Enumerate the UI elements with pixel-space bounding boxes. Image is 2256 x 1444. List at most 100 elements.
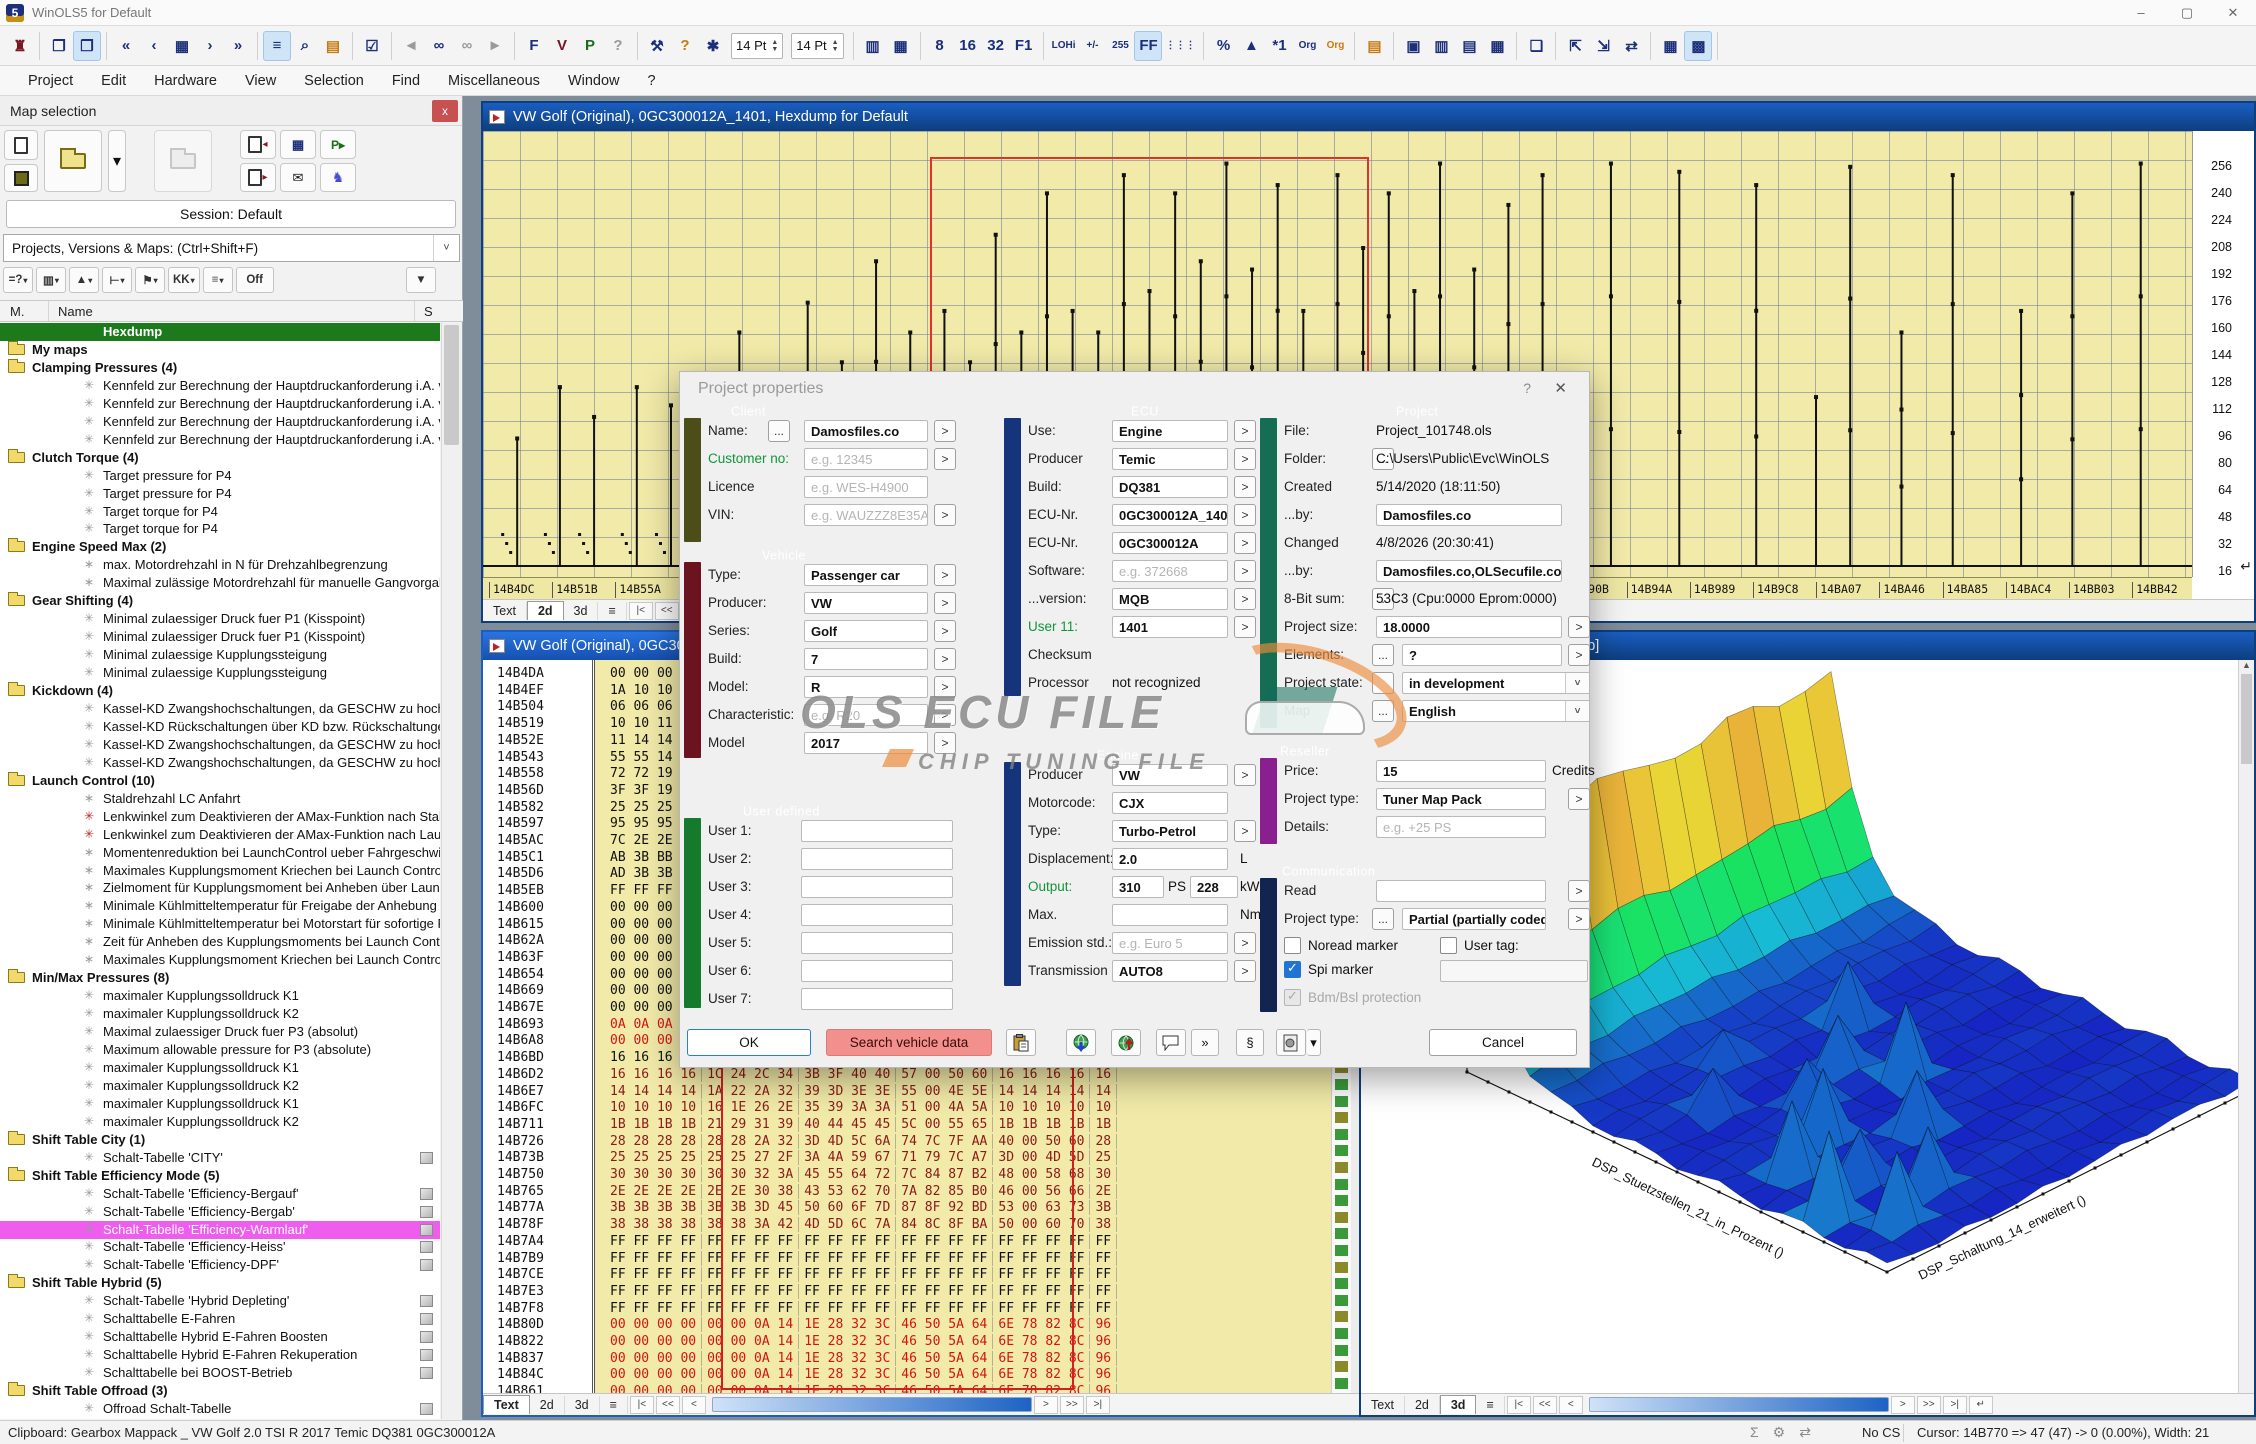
tree-map-item[interactable]: ∗Zielmoment für Kupplungsmoment bei Anhe…: [0, 879, 440, 897]
client-browse-button[interactable]: ...: [768, 420, 790, 442]
close-button[interactable]: ✕: [2210, 0, 2256, 25]
settings-gear-icon[interactable]: ⚙: [1773, 1424, 1786, 1441]
tree-folder[interactable]: Kickdown (4): [0, 682, 440, 700]
tree-map-item[interactable]: ✳Target pressure for P4: [0, 485, 440, 503]
filter-kk-button[interactable]: KK▾: [168, 267, 200, 293]
ok-button[interactable]: OK: [687, 1029, 811, 1056]
engine-arrow-button[interactable]: >: [1234, 764, 1256, 786]
menu-edit[interactable]: Edit: [87, 69, 140, 93]
layout-4-icon[interactable]: ▦: [1483, 31, 1511, 61]
ecu-arrow-button[interactable]: >: [1234, 504, 1256, 526]
checkbox-spi-marker[interactable]: [1284, 961, 1301, 978]
engine-arrow-button[interactable]: >: [1234, 960, 1256, 982]
project-browse-button[interactable]: ...: [1372, 700, 1394, 722]
first-version-icon[interactable]: «: [112, 31, 140, 61]
vehicle-arrow-button[interactable]: >: [934, 592, 956, 614]
user-input[interactable]: [801, 932, 953, 954]
tree-map-item[interactable]: ✳Offroad Schalt-Tabelle: [0, 1400, 440, 1418]
tree-map-item[interactable]: ✳Schalt-Tabelle 'Efficiency-Bergauf': [0, 1185, 440, 1203]
vehicle-arrow-button[interactable]: >: [934, 732, 956, 754]
tree-map-item[interactable]: ✳Schalt-Tabelle 'Efficiency-Heiss': [0, 1238, 440, 1256]
tree-map-item[interactable]: ✳Schalttabelle Hybrid E-Fahren Rekuperat…: [0, 1346, 440, 1364]
user-input[interactable]: [801, 820, 953, 842]
vehicle-input[interactable]: Golf: [804, 620, 928, 642]
export-1-icon[interactable]: ⇱: [1561, 31, 1589, 61]
maximize-button[interactable]: ▢: [2164, 0, 2210, 25]
sign-icon[interactable]: +/-: [1078, 31, 1106, 61]
engine-input[interactable]: Turbo-Petrol: [1112, 820, 1228, 842]
grid-percent-icon[interactable]: ▥: [859, 31, 887, 61]
vehicle-input[interactable]: 2017: [804, 732, 928, 754]
tree-map-item[interactable]: ✳Target pressure for P4: [0, 467, 440, 485]
map-3d-scrollbar[interactable]: ▲: [2238, 660, 2254, 1395]
dialog-close-button[interactable]: ✕: [1554, 379, 1567, 397]
communication-browse-button[interactable]: ...: [1372, 908, 1394, 930]
tree-map-item[interactable]: ✳Kennfeld zur Berechnung der Hauptdrucka…: [0, 377, 440, 395]
bits-32-icon[interactable]: 32: [982, 31, 1010, 61]
combo-dropdown-icon[interactable]: ˅: [433, 235, 459, 261]
user-tag-input[interactable]: [1440, 960, 1588, 982]
vehicle-input[interactable]: R: [804, 676, 928, 698]
engine-input[interactable]: VW: [1112, 764, 1228, 786]
sync-arrows-icon[interactable]: ⇄: [1799, 1424, 1811, 1441]
ecu-arrow-button[interactable]: >: [1234, 420, 1256, 442]
ecu-input[interactable]: e.g. 372668: [1112, 560, 1228, 582]
window-new-icon[interactable]: ❐: [45, 31, 73, 61]
org-icon[interactable]: Org: [1293, 31, 1321, 61]
lohi-icon[interactable]: LOHi: [1049, 31, 1079, 61]
tools-icon[interactable]: ⚒: [643, 31, 671, 61]
plugin-button[interactable]: ♞: [320, 163, 356, 192]
checkbox-bdm-bsl-protection[interactable]: [1284, 989, 1301, 1006]
tree-map-item[interactable]: ✳Schalt-Tabelle 'Efficiency-Bergab': [0, 1203, 440, 1221]
prev-version-icon[interactable]: ‹: [140, 31, 168, 61]
filter-off-button[interactable]: Off: [236, 267, 274, 293]
tree-map-item[interactable]: ✳Kassel-KD Zwangshochschaltungen, da GES…: [0, 700, 440, 718]
tree-map-item[interactable]: ∗Zeit für Anheben des Kupplungsmoments b…: [0, 933, 440, 951]
tree-map-item[interactable]: ✳Schalttabelle E-Fahren: [0, 1310, 440, 1328]
filter-compare-button[interactable]: =?▾: [3, 267, 33, 293]
import-maps-button[interactable]: P▸: [320, 130, 356, 159]
percent-icon[interactable]: %: [1209, 31, 1237, 61]
tree-map-item[interactable]: ✳maximaler Kupplungssolldruck K2: [0, 1113, 440, 1131]
checkbox-user-tag-[interactable]: [1440, 937, 1457, 954]
tree-scroll-thumb[interactable]: [444, 325, 459, 445]
view-3d-icon[interactable]: ▩: [1684, 31, 1712, 61]
layout-2-icon[interactable]: ▥: [1427, 31, 1455, 61]
user-input[interactable]: [801, 960, 953, 982]
import-file-button[interactable]: ◂: [240, 130, 276, 159]
checksum-sigma-icon[interactable]: Σ: [1750, 1424, 1759, 1441]
engine-input[interactable]: CJX: [1112, 792, 1228, 814]
ecu-arrow-button[interactable]: >: [1234, 588, 1256, 610]
tree-folder[interactable]: Shift Table Hybrid (5): [0, 1274, 440, 1292]
comment-icon[interactable]: [1156, 1029, 1186, 1056]
tree-folder[interactable]: Launch Control (10): [0, 772, 440, 790]
email-project-button[interactable]: ✉: [280, 163, 316, 192]
map-file-icon[interactable]: ▤: [319, 31, 347, 61]
legal-icon[interactable]: §: [1236, 1029, 1264, 1056]
vehicle-arrow-button[interactable]: >: [934, 564, 956, 586]
ecu-arrow-button[interactable]: >: [1234, 448, 1256, 470]
nav-first-button[interactable]: |<: [1507, 1396, 1531, 1414]
tree-map-item[interactable]: ✳Kennfeld zur Berechnung der Hauptdrucka…: [0, 413, 440, 431]
tree-map-item[interactable]: ✳Kassel-KD Zwangshochschaltungen, da GES…: [0, 754, 440, 772]
checkbox-noread-marker[interactable]: [1284, 937, 1301, 954]
column-m[interactable]: M.: [10, 304, 24, 319]
tree-map-item[interactable]: ✳maximaler Kupplungssolldruck K2: [0, 1077, 440, 1095]
export-file-button[interactable]: ▸: [240, 163, 276, 192]
vehicle-arrow-button[interactable]: >: [934, 620, 956, 642]
grid-abs-icon[interactable]: ▦: [887, 31, 915, 61]
ecu-input[interactable]: 0GC300012A: [1112, 532, 1228, 554]
nav-fast-fwd-button[interactable]: >>: [1917, 1396, 1941, 1414]
vehicle-arrow-button[interactable]: >: [934, 676, 956, 698]
menu-?[interactable]: ?: [634, 69, 670, 93]
project-input[interactable]: ?: [1402, 644, 1562, 666]
view-2d-icon[interactable]: ▦: [1656, 31, 1684, 61]
horizontal-scrollbar[interactable]: [712, 1397, 1032, 1412]
tab-2d[interactable]: 2d: [1405, 1396, 1440, 1414]
report-icon[interactable]: [1276, 1029, 1306, 1056]
engine-input-2[interactable]: 228: [1190, 876, 1238, 898]
back-icon[interactable]: ◄: [397, 31, 425, 61]
tree-view-icon[interactable]: ≡: [263, 31, 291, 61]
window-add-icon[interactable]: ❏: [1522, 31, 1550, 61]
menu-selection[interactable]: Selection: [290, 69, 378, 93]
